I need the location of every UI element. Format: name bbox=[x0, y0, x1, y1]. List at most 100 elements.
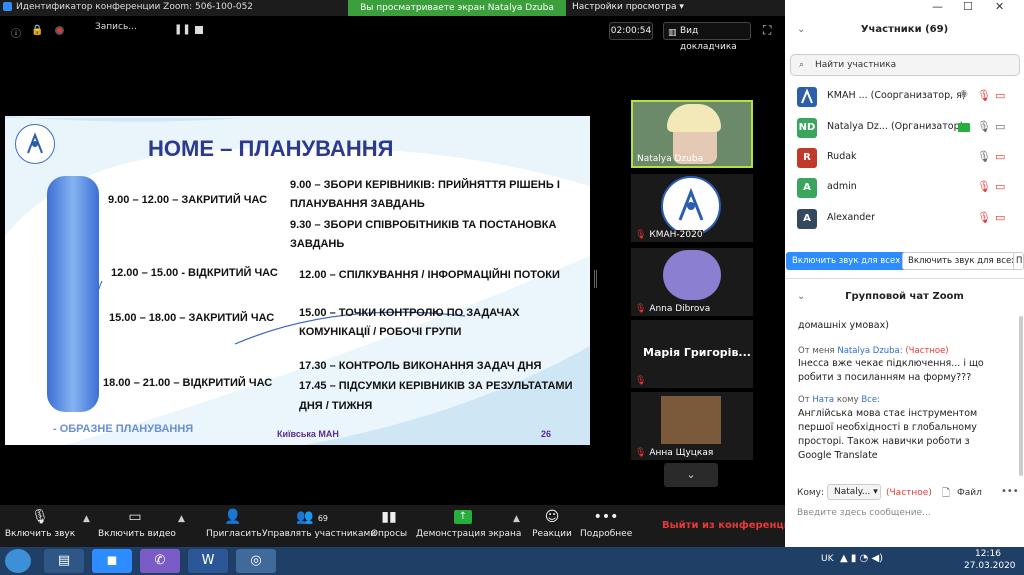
unmute-all-button[interactable]: Включить звук для всех bbox=[786, 252, 907, 270]
video-thumbnail[interactable]: 🎙 Анна Щуцкая bbox=[631, 392, 753, 460]
participant-row[interactable]: A admin 🎙 ▭ bbox=[785, 174, 1024, 202]
fullscreen-icon[interactable]: ⛶ bbox=[763, 23, 771, 38]
muted-mic-icon: 🎙 bbox=[635, 448, 647, 458]
file-button[interactable]: Файл bbox=[957, 488, 982, 498]
window-title: Идентификатор конференции Zoom: 506-100-… bbox=[16, 2, 254, 12]
video-thumbnail[interactable]: Natalya Dzuba bbox=[631, 100, 753, 168]
more-button[interactable]: ••• Подробнее bbox=[580, 505, 632, 547]
participant-row[interactable]: R Rudak 🎙 ▭ bbox=[785, 144, 1024, 172]
video-off-icon: ▭ bbox=[995, 89, 1006, 102]
pause-recording-icon[interactable]: ❚❚ bbox=[174, 24, 191, 35]
participant-video bbox=[661, 396, 721, 444]
participant-row[interactable]: ND Natalya Dz... (Организатор) 🎙 ▭ bbox=[785, 114, 1024, 142]
polls-button[interactable]: ▮▮ Опросы bbox=[370, 505, 408, 547]
slide-agenda-line: 17.45 – ПІДСУМКИ КЕРІВНИКІВ ЗА РЕЗУЛЬТАТ… bbox=[299, 380, 573, 392]
file-icon[interactable]: 🗋 bbox=[942, 486, 950, 503]
video-icon: ▭ bbox=[995, 120, 1006, 133]
slide-agenda-line: ДНЯ / ТИЖНЯ bbox=[299, 400, 373, 412]
slide-page-number: 26 bbox=[541, 429, 552, 439]
chat-message-input[interactable]: Введите здесь сообщение... bbox=[797, 508, 1012, 524]
slide-footer-left: - ОБРАЗНЕ ПЛАНУВАННЯ bbox=[53, 423, 194, 435]
muted-mic-icon: 🎙 bbox=[977, 211, 991, 224]
start-button[interactable] bbox=[5, 549, 31, 573]
video-thumbnail[interactable]: 🎙 Anna Dibrova bbox=[631, 248, 753, 316]
meeting-timer: 02:00:54 bbox=[609, 22, 653, 40]
lock-icon[interactable]: 🔒 bbox=[31, 25, 43, 36]
man-logo bbox=[15, 124, 55, 164]
divider bbox=[785, 278, 1024, 279]
invite-button[interactable]: 👤 Пригласить bbox=[206, 505, 262, 547]
chat-message-text: Інесса вже чекає підключення... і що bbox=[798, 358, 984, 369]
video-off-icon: ▭ bbox=[128, 509, 142, 525]
clock-date[interactable]: 27.03.2020 bbox=[964, 561, 1016, 571]
slide-footer-center: Київська МАН bbox=[277, 429, 339, 439]
mute-all-button[interactable]: Включить звук для всех bbox=[902, 252, 1023, 270]
close-button[interactable]: ✕ bbox=[995, 0, 1004, 13]
viber-icon[interactable]: ✆ bbox=[140, 549, 180, 573]
participants-chat-panel: ⌄ Участники (69) ⌕ Найти участника КМАН … bbox=[785, 16, 1024, 547]
zoom-app-icon[interactable]: ◼ bbox=[92, 549, 132, 573]
meeting-toolbar: 🎙 Включить звук ▲ ▭ Включить видео ▲ 👤 Приг… bbox=[0, 505, 798, 547]
recording-icon bbox=[55, 26, 64, 35]
avatar: R bbox=[797, 148, 817, 168]
audio-options-caret[interactable]: ▲ bbox=[83, 514, 90, 524]
clock-time[interactable]: 12:16 bbox=[975, 549, 1001, 559]
info-icon[interactable]: ⓘ bbox=[11, 25, 21, 40]
video-options-caret[interactable]: ▲ bbox=[178, 514, 185, 524]
thumbnail-name: 🎙 Анна Щуцкая bbox=[635, 448, 714, 458]
windows-taskbar: ▤ ◼ ✆ W ◎ UK ▲ ▮ ◔ ◀) 12:16 27.03.2020 bbox=[0, 547, 1024, 575]
participant-name: Alexander bbox=[827, 212, 876, 223]
chat-message-header: От меня Natalya Dzuba: (Частное) bbox=[798, 346, 949, 356]
unmute-button[interactable]: 🎙 Включить звук bbox=[4, 505, 76, 547]
chat-recipient-select[interactable]: Nataly... ▾ bbox=[827, 484, 881, 500]
video-off-icon: ▭ bbox=[995, 180, 1006, 193]
splitter-handle[interactable] bbox=[594, 270, 597, 288]
window-controls: — ☐ ✕ bbox=[785, 0, 1024, 16]
scroll-down-button[interactable]: ⌄ bbox=[664, 463, 718, 487]
start-video-button[interactable]: ▭ Включить видео bbox=[98, 505, 176, 547]
manage-participants-button[interactable]: 👥 69 Управлять участниками bbox=[262, 505, 376, 547]
record-icon: ◉ bbox=[960, 89, 968, 99]
participants-icon: 👥 69 bbox=[295, 509, 329, 525]
video-thumbnail[interactable]: Марія Григорів... 🎙 bbox=[631, 320, 753, 388]
speaker-view-button[interactable]: ▥ Вид докладчика bbox=[663, 22, 751, 52]
search-icon: ⌕ bbox=[799, 60, 805, 70]
zoom-app-icon bbox=[3, 2, 12, 11]
language-indicator[interactable]: UK bbox=[821, 554, 834, 564]
avatar: A bbox=[797, 209, 817, 229]
tray-icons[interactable]: ▲ ▮ ◔ ◀) bbox=[840, 553, 883, 564]
chat-message-header: От Ната кому Все: bbox=[798, 395, 880, 405]
more-options-button[interactable]: П bbox=[1013, 252, 1024, 270]
word-icon[interactable]: W bbox=[188, 549, 228, 573]
video-off-icon: ▭ bbox=[995, 150, 1006, 163]
muted-mic-icon: 🎙 bbox=[635, 230, 647, 240]
participants-title: Участники (69) bbox=[860, 24, 949, 35]
view-settings-menu[interactable]: Настройки просмотра ▾ bbox=[572, 2, 684, 12]
participant-name: КМАН ... (Соорганизатор, я) bbox=[827, 90, 966, 101]
file-explorer-icon[interactable]: ▤ bbox=[44, 549, 84, 573]
more-dots-icon[interactable]: ••• bbox=[1001, 486, 1019, 497]
chat-message-text: Англійська мова стає інструментом bbox=[798, 408, 978, 419]
add-user-icon: 👤 bbox=[224, 509, 242, 525]
slide-agenda-line: 15.00 – ТОЧКИ КОНТРОЛЮ ПО ЗАДАЧАХ bbox=[299, 307, 520, 319]
chat-message-text: робити з посиланням на форму??? bbox=[798, 372, 972, 383]
share-screen-icon: ↑ bbox=[454, 510, 472, 524]
chat-scrollbar[interactable] bbox=[1019, 316, 1023, 476]
share-options-caret[interactable]: ▲ bbox=[513, 514, 520, 524]
share-screen-button[interactable]: ↑ Демонстрация экрана bbox=[416, 505, 521, 547]
leave-meeting-button[interactable]: Выйти из конференции bbox=[662, 520, 798, 531]
participant-row[interactable]: КМАН ... (Соорганизатор, я) ◉ 🎙 ▭ bbox=[785, 83, 1024, 111]
shared-screen-slide: HOME – ПЛАНУВАННЯ 9.00 – 12.00 – ЗАКРИТИ… bbox=[5, 116, 590, 445]
chrome-icon[interactable]: ◎ bbox=[236, 549, 276, 573]
minimize-button[interactable]: — bbox=[932, 0, 943, 13]
reactions-button[interactable]: ☺ Реакции bbox=[532, 505, 572, 547]
video-thumbnail[interactable]: 🎙 КМАН-2020 bbox=[631, 174, 753, 242]
slide-title: HOME – ПЛАНУВАННЯ bbox=[148, 136, 394, 161]
man-logo bbox=[661, 176, 721, 236]
reaction-smile-icon: ☺ bbox=[544, 509, 560, 525]
participant-row[interactable]: A Alexander 🎙 ▭ bbox=[785, 205, 1024, 233]
stop-recording-icon[interactable] bbox=[195, 26, 203, 34]
participant-search-input[interactable]: ⌕ Найти участника bbox=[790, 54, 1020, 76]
thumbnail-name: 🎙 КМАН-2020 bbox=[635, 230, 703, 240]
maximize-button[interactable]: ☐ bbox=[963, 0, 973, 13]
